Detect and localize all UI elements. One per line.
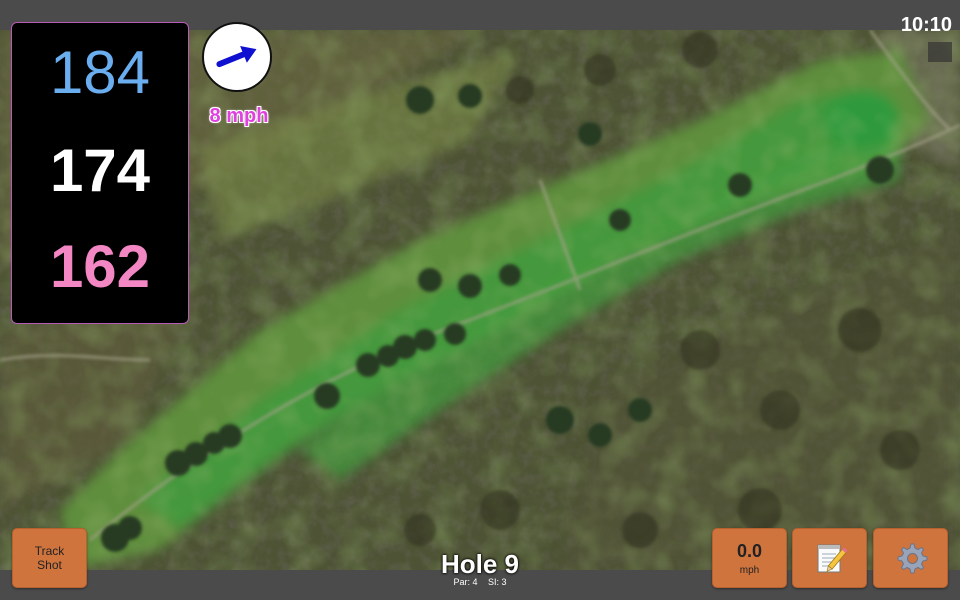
hole-title: Hole 9 [440, 549, 520, 579]
wind-direction-dial [202, 22, 272, 92]
speed-button[interactable]: 0.0 mph [712, 528, 787, 588]
golf-gps-screen: 10:10 184 174 162 8 mph Track Shot Hole … [0, 0, 960, 600]
settings-button[interactable] [873, 528, 948, 588]
clock: 10:10 [900, 14, 952, 36]
arrow-icon [216, 46, 257, 68]
track-shot-label-line1: Track [34, 544, 65, 558]
track-shot-button[interactable]: Track Shot [12, 528, 87, 588]
hole-details: Par: 4 SI: 3 [380, 577, 580, 587]
notepad-icon [817, 544, 847, 573]
middle-of-green-distance: 174 [49, 137, 151, 204]
back-of-green-distance: 184 [49, 39, 151, 106]
wind-speed: 8 mph [209, 105, 269, 127]
notes-button[interactable] [792, 528, 867, 588]
front-of-green-distance: 162 [49, 233, 151, 300]
gear-icon [897, 543, 927, 574]
speed-unit: mph [739, 564, 760, 576]
track-shot-label-line2: Shot [37, 558, 62, 572]
speed-value: 0.0 [736, 540, 763, 561]
hole-stroke-index: SI: 3 [488, 577, 507, 587]
distance-panel: 184 174 162 [11, 22, 189, 324]
hole-par: Par: 4 [453, 577, 478, 587]
